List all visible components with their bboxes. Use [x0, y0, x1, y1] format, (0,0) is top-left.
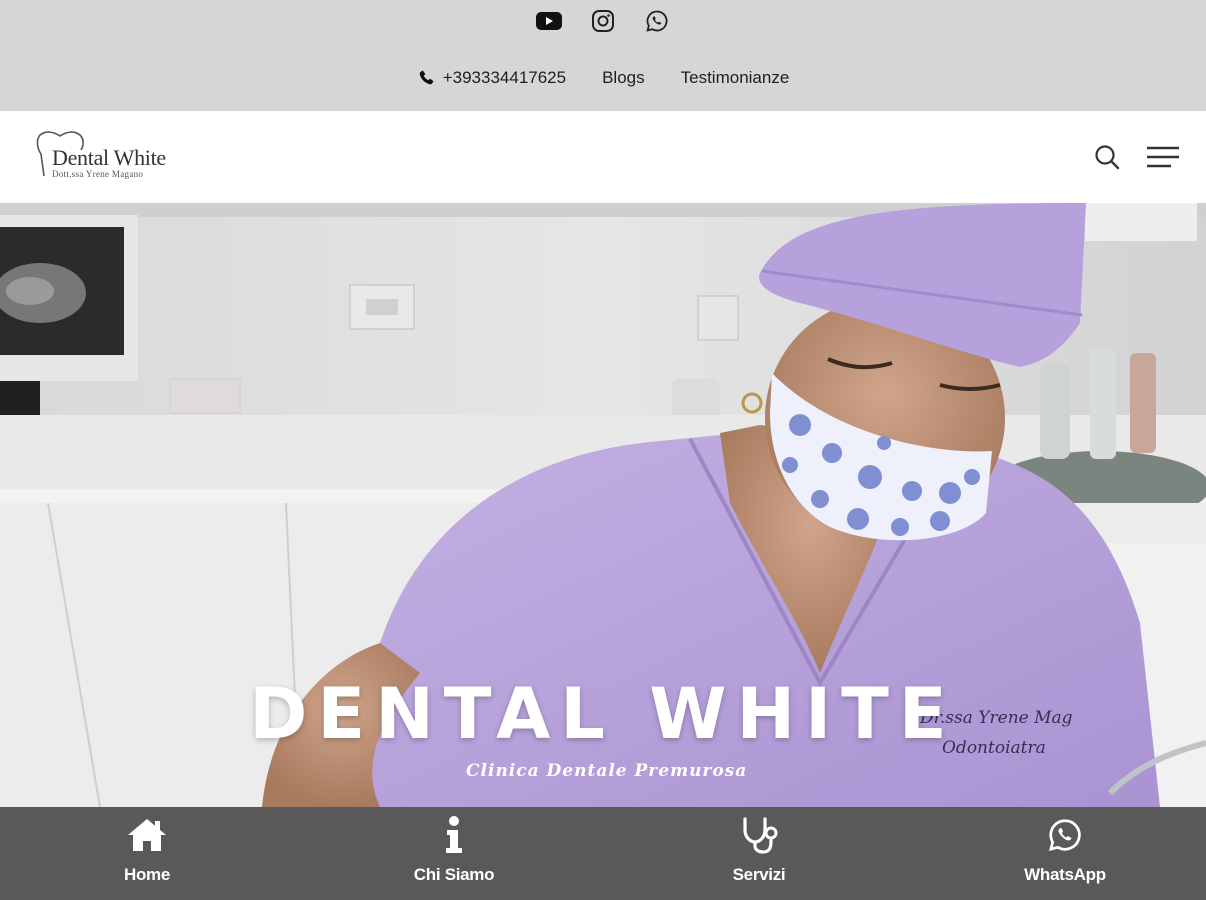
bottom-nav-servizi-label: Servizi [732, 865, 786, 884]
bottom-nav: Home Chi Siamo Servizi WhatsApp [0, 807, 1206, 900]
top-nav: +393334417625 Blogs Testimonianze [0, 68, 1206, 88]
info-icon [444, 815, 464, 855]
search-icon[interactable] [1090, 141, 1124, 173]
bottom-nav-whatsapp-label: WhatsApp [1024, 865, 1106, 884]
stethoscope-icon [739, 815, 779, 855]
blogs-link[interactable]: Blogs [602, 68, 645, 88]
instagram-icon[interactable] [589, 8, 617, 34]
phone-icon [419, 70, 434, 85]
whatsapp-icon [1047, 815, 1083, 855]
phone-number: +393334417625 [442, 68, 567, 87]
bottom-nav-home-label: Home [123, 865, 171, 884]
site-logo[interactable]: Dental White Dott.ssa Yrene Magano [34, 129, 194, 185]
youtube-icon[interactable] [535, 8, 563, 34]
bottom-nav-home[interactable]: Home [67, 807, 227, 900]
bottom-nav-whatsapp[interactable]: WhatsApp [985, 807, 1145, 900]
site-header: Dental White Dott.ssa Yrene Magano [0, 111, 1206, 203]
bottom-nav-chi-siamo-label: Chi Siamo [413, 865, 495, 884]
hero-banner: Dr.ssa Yrene Mag Odontoiatra DENTAL WHIT… [0, 203, 1206, 807]
bottom-nav-chi-siamo[interactable]: Chi Siamo [374, 807, 534, 900]
header-actions [1090, 141, 1180, 173]
hero-title: DENTAL WHITE [249, 673, 957, 755]
hero-subtitle: Clinica Dentale Premurosa [466, 761, 748, 781]
social-links [0, 8, 1206, 34]
top-bar: +393334417625 Blogs Testimonianze [0, 0, 1206, 111]
logo-name: Dental White [52, 145, 166, 170]
hamburger-menu-icon[interactable] [1146, 141, 1180, 173]
testimonianze-link[interactable]: Testimonianze [681, 68, 790, 88]
home-icon [126, 815, 168, 855]
bottom-nav-servizi[interactable]: Servizi [679, 807, 839, 900]
phone-link[interactable]: +393334417625 [417, 68, 566, 88]
whatsapp-icon[interactable] [643, 8, 671, 34]
logo-subtitle: Dott.ssa Yrene Magano [52, 169, 144, 179]
